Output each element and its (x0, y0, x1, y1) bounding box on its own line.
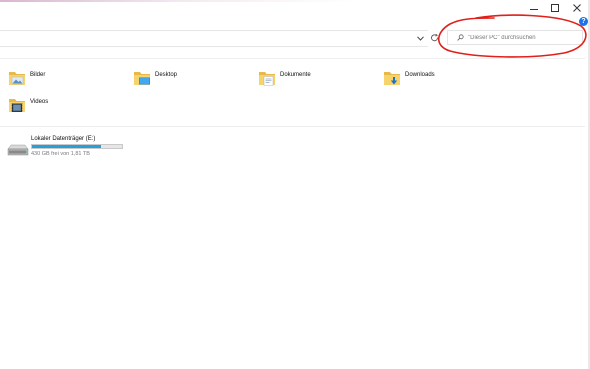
drive-usage-bar (31, 144, 123, 149)
close-icon (573, 4, 581, 12)
minimize-icon (530, 8, 538, 10)
drive-usage-fill (32, 145, 102, 148)
downloads-folder-icon (384, 72, 400, 85)
maximize-icon (551, 4, 559, 12)
search-input[interactable] (468, 34, 578, 41)
search-icon (453, 34, 467, 41)
folder-label: Dokumente (280, 72, 311, 78)
drive-label: Lokaler Datenträger (E:) (31, 136, 96, 142)
folder-label: Downloads (405, 72, 435, 78)
folder-item-videos[interactable]: Videos (8, 94, 48, 116)
hard-drive-icon (7, 144, 29, 156)
desktop-folder-icon (134, 72, 150, 85)
folder-label: Desktop (155, 72, 178, 78)
refresh-icon (431, 34, 438, 42)
drive-item-e[interactable]: Lokaler Datenträger (E:) 430 GB frei von… (6, 136, 136, 160)
refresh-button[interactable] (430, 33, 440, 43)
close-button[interactable] (565, 0, 589, 16)
folder-label: Bilder (30, 72, 46, 78)
documents-folder-icon (259, 72, 275, 86)
help-icon[interactable]: ? (579, 17, 588, 26)
pictures-folder-icon (9, 72, 25, 85)
folder-label: Videos (30, 99, 49, 105)
address-history-dropdown[interactable] (414, 33, 426, 43)
toolbar-divider (0, 58, 585, 59)
folder-item-downloads[interactable]: Downloads (383, 67, 435, 89)
file-explorer-window: ? Bilder (0, 0, 590, 369)
search-box[interactable] (447, 30, 583, 45)
title-bar-strip (0, 0, 590, 2)
folder-item-bilder[interactable]: Bilder (8, 67, 45, 89)
chevron-down-icon (416, 35, 424, 41)
folder-item-dokumente[interactable]: Dokumente (258, 67, 311, 89)
maximize-button[interactable] (543, 0, 567, 16)
videos-folder-icon (9, 99, 25, 112)
folder-item-desktop[interactable]: Desktop (133, 67, 177, 89)
drive-free-space: 430 GB frei von 1,81 TB (31, 151, 90, 157)
address-bar[interactable] (0, 30, 428, 47)
section-divider (0, 126, 585, 127)
